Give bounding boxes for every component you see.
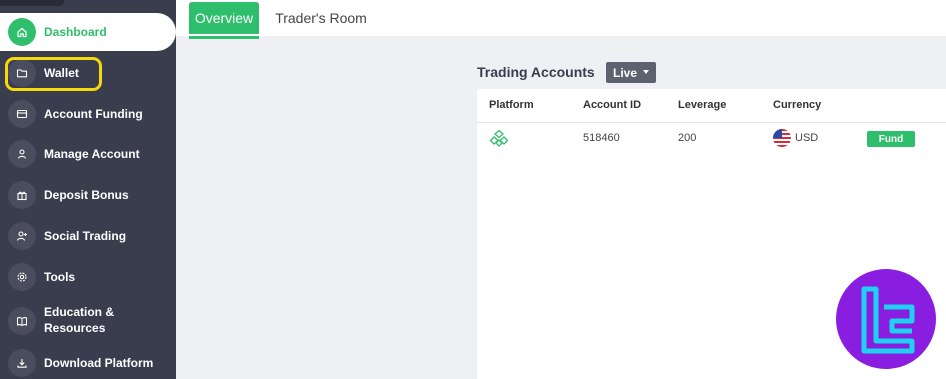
sidebar-item-label: Deposit Bonus [44, 188, 129, 202]
top-tab-bar: Overview Trader's Room [176, 0, 946, 39]
sidebar-item-tools[interactable]: Tools [0, 258, 176, 296]
account-type-value: Live [613, 65, 638, 80]
header-divider [477, 122, 946, 123]
caret-down-icon [643, 70, 649, 74]
column-header-account-id: Account ID [583, 99, 642, 111]
tab-overview[interactable]: Overview [189, 2, 259, 34]
book-icon [8, 307, 36, 335]
gift-icon [8, 181, 36, 209]
home-icon [8, 18, 36, 46]
trading-accounts-title: Trading Accounts [477, 64, 595, 80]
us-flag-icon [773, 129, 791, 147]
leverage-cell: 200 [678, 132, 697, 144]
sidebar-item-label: Tools [44, 270, 76, 284]
card-icon [8, 100, 36, 128]
user-plus-icon [8, 222, 36, 250]
account-type-select[interactable]: Live [606, 62, 656, 83]
sidebar-item-label: Account Funding [44, 107, 143, 121]
column-header-currency: Currency [773, 99, 822, 111]
wallet-highlight-outline [5, 57, 102, 91]
sidebar-item-social-trading[interactable]: Social Trading [0, 217, 176, 255]
account-id-cell: 518460 [583, 132, 620, 144]
tab-traders-room[interactable]: Trader's Room [271, 2, 371, 34]
column-header-leverage: Leverage [678, 99, 727, 111]
sidebar-item-label: Education & [44, 305, 115, 319]
sidebar-item-label: Social Trading [44, 229, 127, 243]
sidebar: Dashboard Wallet Account Funding Manage … [0, 0, 176, 379]
currency-cell: USD [795, 132, 819, 144]
sidebar-item-manage-account[interactable]: Manage Account [0, 135, 176, 173]
sidebar-item-account-funding[interactable]: Account Funding [0, 95, 176, 133]
sidebar-item-education[interactable]: Education & Resources [0, 301, 176, 341]
sidebar-item-label: Dashboard [44, 25, 107, 39]
gear-icon [8, 263, 36, 291]
sidebar-item-label: Manage Account [44, 147, 140, 161]
fund-button[interactable]: Fund [867, 131, 915, 147]
download-icon [8, 349, 36, 377]
sidebar-top-tab [0, 0, 64, 6]
sidebar-item-deposit-bonus[interactable]: Deposit Bonus [0, 176, 176, 214]
user-icon [8, 140, 36, 168]
sidebar-item-download-platform[interactable]: Download Platform [0, 344, 176, 379]
brand-logo-icon [861, 286, 915, 354]
sidebar-item-label: Download Platform [44, 356, 154, 370]
sidebar-item-label-line2: Resources [44, 321, 106, 335]
tab-overview-underline [189, 36, 259, 39]
platform-logo-icon [489, 129, 509, 147]
brand-logo-badge [836, 269, 936, 369]
sidebar-item-dashboard[interactable]: Dashboard [0, 13, 176, 51]
column-header-platform: Platform [489, 99, 534, 111]
